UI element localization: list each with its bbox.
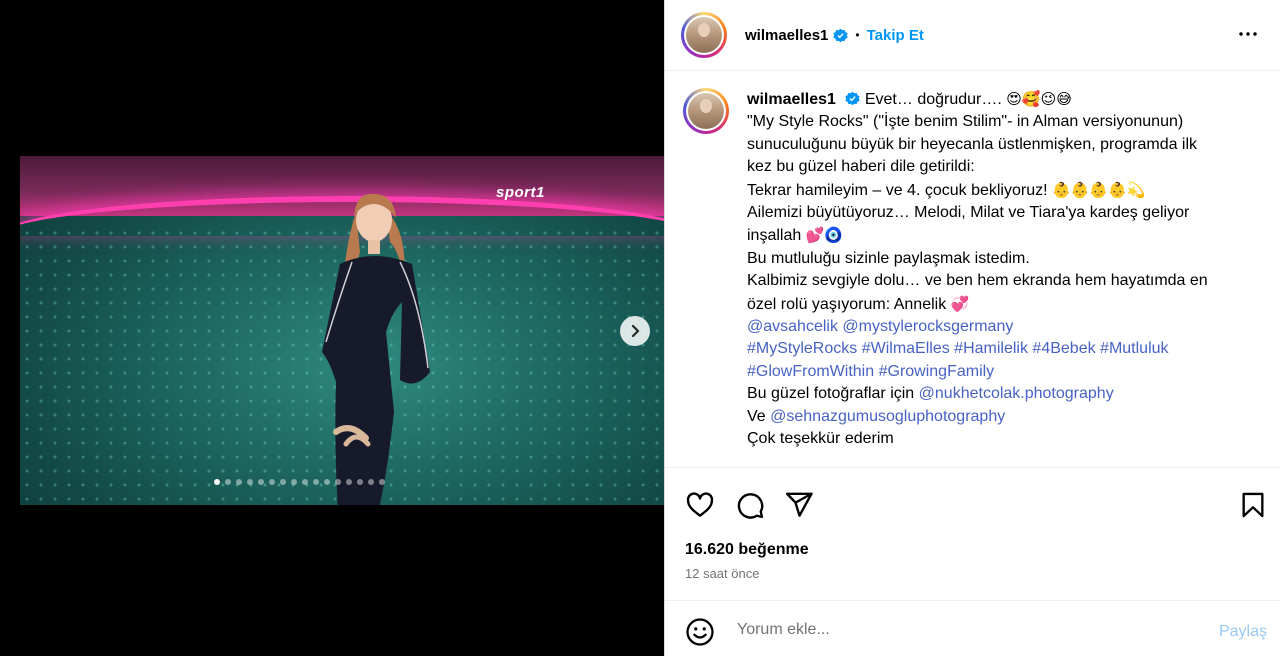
carousel-dot <box>379 479 385 485</box>
verified-badge-icon <box>833 28 849 43</box>
credit-line: Bu güzel fotoğraflar için @nukhetcolak.p… <box>747 383 1247 405</box>
channel-watermark: sport1 <box>496 184 545 201</box>
post-comment-button[interactable]: Paylaş <box>1219 623 1267 641</box>
carousel-dot <box>236 479 242 485</box>
carousel-dot <box>357 479 363 485</box>
header-username[interactable]: wilmaelles1 <box>745 27 828 44</box>
heart-icon[interactable] <box>685 490 715 525</box>
hashtag-link[interactable]: #4Bebek <box>1032 340 1095 357</box>
caption-text: "My Style Rocks" ("İşte benim Stilim"- i… <box>747 113 1184 131</box>
credit-line: Ve @sehnazgumusogluphotography <box>747 406 1247 428</box>
carousel-indicator <box>214 479 385 485</box>
caption-emojis: 💞 <box>950 294 970 313</box>
carousel-photo[interactable]: sport1 <box>20 156 664 505</box>
carousel-dot <box>269 479 275 485</box>
carousel-dot <box>258 479 264 485</box>
verified-badge-icon <box>845 91 861 106</box>
caption-emojis: 😍🥰😉😅 <box>1006 90 1072 108</box>
carousel-dot <box>368 479 374 485</box>
header-separator: • <box>855 28 860 42</box>
caption-line: inşallah 💕🧿 <box>747 224 1247 247</box>
caption-area: wilmaelles1 Evet… doğrudur…. 😍🥰😉😅 "My St… <box>665 72 1280 466</box>
hashtag-link[interactable]: #Mutluluk <box>1100 340 1168 357</box>
caption-line: wilmaelles1 Evet… doğrudur…. 😍🥰😉😅 <box>747 88 1247 111</box>
avatar-image <box>688 93 724 129</box>
hashtag-link[interactable]: #Hamilelik <box>954 340 1028 357</box>
mentions-line: @avsahcelik @mystylerocksgermany <box>747 316 1247 338</box>
follow-button[interactable]: Takip Et <box>867 27 924 44</box>
caption-text: Evet… doğrudur…. <box>864 91 1002 108</box>
carousel-dot <box>225 479 231 485</box>
mention-link[interactable]: @nukhetcolak.photography <box>919 385 1114 402</box>
caption-text: Tekrar hamileyim – ve 4. çocuk bekliyoru… <box>747 181 1048 199</box>
caption-text: inşallah <box>747 227 802 245</box>
more-options-icon[interactable] <box>1236 22 1260 51</box>
carousel-dot <box>346 479 352 485</box>
hashtag-link[interactable]: #WilmaElles <box>862 340 950 357</box>
caption-avatar[interactable] <box>683 88 729 134</box>
caption-emojis: 👶👶👶👶💫 <box>1052 180 1146 199</box>
hashtag-link[interactable]: #GrowingFamily <box>879 363 995 380</box>
bookmark-icon[interactable] <box>1239 490 1267 525</box>
caption-username[interactable]: wilmaelles1 <box>747 91 836 108</box>
carousel-dot <box>247 479 253 485</box>
carousel-next-button[interactable] <box>620 316 650 346</box>
caption-text: kez bu güzel haberi dile getirildi: <box>747 158 975 176</box>
post-sidebar: wilmaelles1 • Takip Et wilmaelles1 Evet…… <box>664 0 1280 656</box>
mention-link[interactable]: @avsahcelik <box>747 318 838 335</box>
hashtags-line: #GlowFromWithin #GrowingFamily <box>747 361 1247 383</box>
carousel-dot <box>280 479 286 485</box>
comment-input[interactable] <box>735 615 1199 645</box>
like-count[interactable]: 16.620 beğenme <box>685 541 809 559</box>
share-icon[interactable] <box>784 490 814 525</box>
caption-line: Tekrar hamileyim – ve 4. çocuk bekliyoru… <box>747 179 1247 202</box>
post-caption: wilmaelles1 Evet… doğrudur…. 😍🥰😉😅 "My St… <box>747 88 1247 450</box>
mention-link[interactable]: @sehnazgumusogluphotography <box>770 408 1005 425</box>
post-header: wilmaelles1 • Takip Et <box>665 0 1280 71</box>
caption-line: özel rolü yaşıyorum: Annelik 💞 <box>747 293 1247 316</box>
emoji-icon[interactable] <box>685 617 715 652</box>
caption-text: Bu mutluluğu sizinle paylaşmak istedim. <box>747 249 1030 267</box>
presenter-figure <box>322 193 430 505</box>
hashtags-line: #MyStyleRocks #WilmaElles #Hamilelik #4B… <box>747 338 1247 360</box>
caption-text: Ve <box>747 407 766 425</box>
caption-text: Bu güzel fotoğraflar için <box>747 385 915 403</box>
caption-text: Kalbimiz sevgiyle dolu… ve ben hem ekran… <box>747 272 1208 290</box>
post-timestamp[interactable]: 12 saat önce <box>685 566 759 581</box>
mention-link[interactable]: @mystylerocksgermany <box>842 318 1013 335</box>
caption-text: özel rolü yaşıyorum: Annelik <box>747 295 947 313</box>
caption-text: Ailemizi büyütüyoruz… Melodi, Milat ve T… <box>747 204 1190 222</box>
caption-text: sunuculuğunu büyük bir heyecanla üstlenm… <box>747 135 1198 153</box>
carousel-dot <box>324 479 330 485</box>
comment-bar: Paylaş <box>665 600 1280 656</box>
post-media: sport1 <box>0 0 664 656</box>
caption-emojis: 💕🧿 <box>805 226 844 245</box>
comment-icon[interactable] <box>735 490 765 525</box>
chevron-right-icon <box>631 324 640 338</box>
author-avatar[interactable] <box>681 12 727 58</box>
hashtag-link[interactable]: #MyStyleRocks <box>747 340 857 357</box>
hashtag-link[interactable]: #GlowFromWithin <box>747 363 874 380</box>
caption-text: Çok teşekkür ederim <box>747 430 894 448</box>
carousel-dot <box>214 479 220 485</box>
post-actions <box>665 467 1280 537</box>
carousel-dot <box>302 479 308 485</box>
carousel-dot <box>335 479 341 485</box>
avatar-image <box>686 17 722 53</box>
carousel-dot <box>313 479 319 485</box>
carousel-dot <box>291 479 297 485</box>
